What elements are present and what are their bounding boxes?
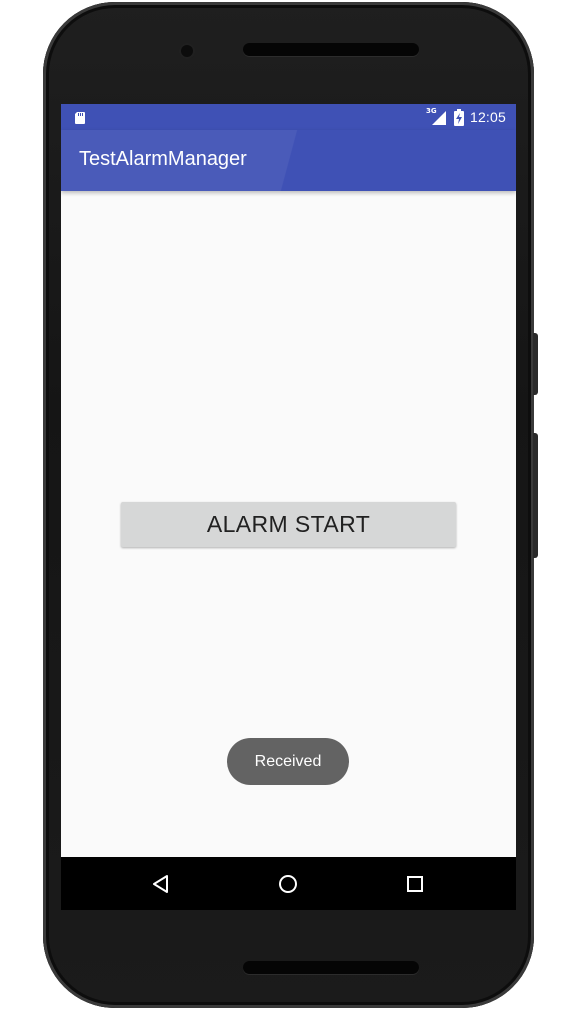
status-icons: 3G 12:05 [426, 104, 506, 130]
screen: 3G 12:05 TestAlarmManager ALARM START Re… [61, 104, 516, 910]
signal-icon: 3G [426, 107, 448, 126]
bottom-speaker [243, 961, 419, 974]
toast-message: Received [227, 738, 349, 785]
battery-charging-icon [453, 108, 464, 126]
app-title: TestAlarmManager [79, 148, 247, 170]
alarm-start-button[interactable]: ALARM START [121, 502, 456, 547]
top-speaker [243, 43, 419, 56]
main-content: ALARM START Received [61, 191, 516, 857]
app-bar: TestAlarmManager [61, 130, 516, 191]
navigation-bar [61, 857, 516, 910]
home-icon[interactable] [275, 871, 301, 897]
volume-button [533, 433, 538, 558]
toast-text: Received [254, 752, 322, 770]
front-camera [181, 45, 193, 57]
status-bar: 3G 12:05 [61, 104, 516, 130]
sd-card-icon [73, 110, 87, 124]
power-button [533, 333, 538, 395]
back-icon[interactable] [148, 871, 174, 897]
status-time: 12:05 [469, 109, 506, 125]
recents-icon[interactable] [402, 871, 428, 897]
